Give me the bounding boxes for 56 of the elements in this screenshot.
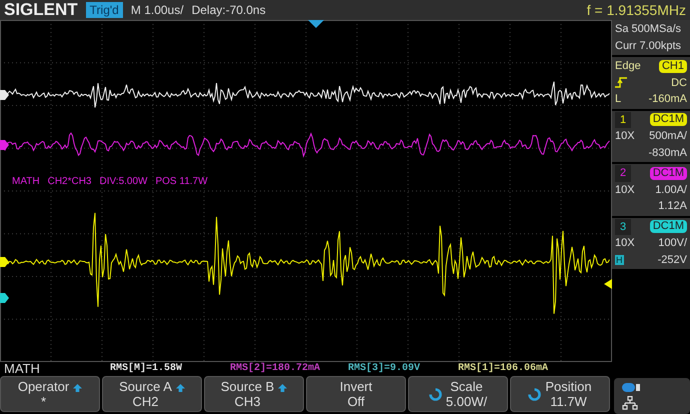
softkey-button[interactable]: Scale 5.00W/ <box>408 376 508 412</box>
delay: Delay:-70.0ns <box>192 2 266 19</box>
channel-marker-icon <box>0 293 9 303</box>
brand-logo: SIGLENT <box>4 0 78 20</box>
trigger-status: Trig'd <box>86 2 123 18</box>
softkey-button[interactable]: Invert Off <box>306 376 406 412</box>
menu-title: MATH <box>3 362 41 376</box>
channel-number: 1 <box>615 112 632 128</box>
channel-number: 3 <box>615 218 632 235</box>
measurement-readout: RMS[3]=9.09V <box>348 363 422 375</box>
softkey-button[interactable]: Operator * <box>0 376 100 412</box>
probe-ratio: 10X <box>615 182 635 198</box>
math-label: MATH <box>12 175 40 189</box>
channel-badge: H <box>615 254 624 265</box>
softkey-button[interactable]: Position 11.7W <box>510 376 610 412</box>
math-expression: CH2*CH3 <box>48 175 92 189</box>
rotate-knob-icon <box>528 388 542 400</box>
probe-ratio: 10X <box>615 236 635 251</box>
network-icon[interactable] <box>622 396 638 410</box>
trigger-source: CH1 <box>658 60 687 73</box>
sample-rate: Sa 500MSa/s <box>615 22 682 37</box>
timebase: M 1.00us/ <box>130 2 184 19</box>
channel-coupling: DC1M <box>650 113 687 126</box>
channel-marker-icon <box>0 90 9 100</box>
up-arrow-icon <box>278 384 288 392</box>
channel-marker-icon <box>0 257 9 267</box>
measurement-readout: RMS[1]=106.06mA <box>458 363 550 375</box>
channel-coupling: DC1M <box>650 220 687 234</box>
trigger-threshold: -160mA <box>648 92 687 107</box>
channel-offset: -830mA <box>648 146 687 160</box>
threshold-label: L <box>615 92 622 107</box>
trigger-type: Edge <box>615 59 641 74</box>
probe-ratio: 10X <box>615 129 635 144</box>
channel-offset: -252V <box>658 252 687 268</box>
math-division: DIV:5.00W <box>100 175 148 189</box>
frequency-readout: f = 1.91355MHz <box>586 0 686 20</box>
channel-marker-icon <box>0 140 9 150</box>
softkey-button[interactable]: Source A CH2 <box>102 376 202 412</box>
measurement-readout: RMS[2]=180.72mA <box>230 363 322 375</box>
softkey-button[interactable]: Source B CH3 <box>204 376 304 412</box>
math-position: POS 11.7W <box>155 175 208 189</box>
measurement-readout: RMS[M]=1.58W <box>110 363 184 375</box>
rotate-knob-icon <box>428 388 442 400</box>
channel-scale: 500mA/ <box>649 129 687 144</box>
up-arrow-icon <box>176 384 185 392</box>
channel-coupling: DC1M <box>650 166 687 180</box>
up-arrow-icon <box>73 384 82 392</box>
memory-depth: Curr 7.00kpts <box>615 38 682 54</box>
channel-scale: 1.00A/ <box>655 182 687 198</box>
channel-scale: 100V/ <box>658 236 687 251</box>
trigger-coupling: DC <box>671 76 687 90</box>
channel-number: 2 <box>615 165 632 182</box>
channel-offset: 1.12A <box>658 199 687 214</box>
rising-edge-icon <box>615 77 627 88</box>
toggle-icon[interactable] <box>622 382 640 392</box>
trigger-level-icon <box>604 279 612 289</box>
